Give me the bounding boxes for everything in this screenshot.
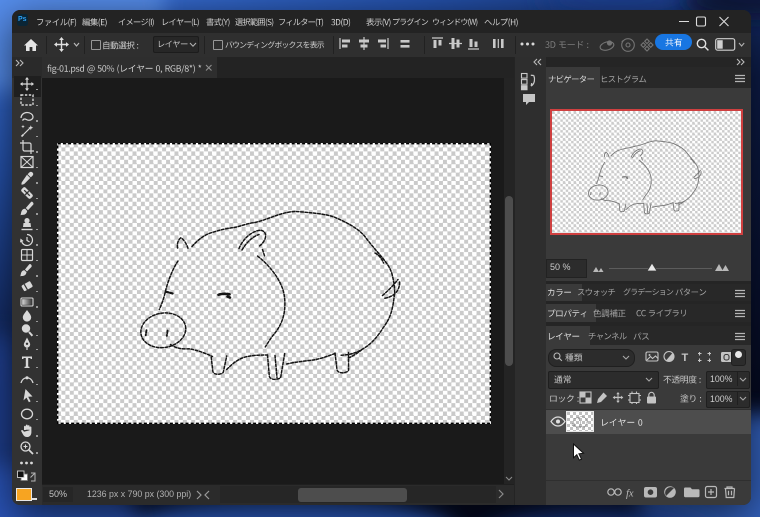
- svg-text:fx: fx: [626, 489, 634, 500]
- svg-text:T: T: [682, 352, 689, 364]
